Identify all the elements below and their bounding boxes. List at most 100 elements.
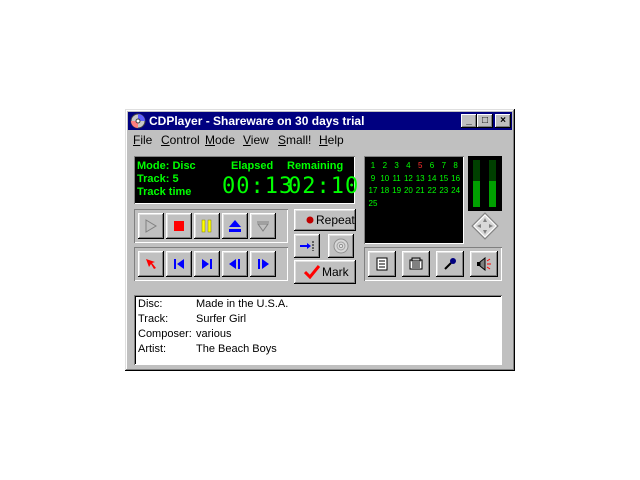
intro-button[interactable] xyxy=(294,234,320,258)
vu-meter xyxy=(468,156,502,211)
database-icon xyxy=(409,257,423,270)
track-number[interactable]: 4 xyxy=(402,161,414,170)
track-number[interactable]: 13 xyxy=(414,174,426,183)
menu-help[interactable]: Help xyxy=(319,133,344,147)
track-time-text: Track time xyxy=(137,186,192,198)
lcd-display: Mode: Disc Track: 5 Track time Elapsed R… xyxy=(134,156,358,204)
disc-row: Disc: Made in the U.S.A. xyxy=(138,298,288,310)
elapsed-time: 00:13 xyxy=(222,174,294,199)
microphone-icon xyxy=(444,258,456,270)
title-bar[interactable]: CDPlayer - Shareware on 30 days trial _ … xyxy=(128,112,512,130)
fast-forward-icon xyxy=(258,259,269,269)
mark-label: Mark xyxy=(322,265,349,279)
pause-button[interactable] xyxy=(194,213,220,239)
next-track-button[interactable] xyxy=(194,251,220,277)
eject-button[interactable] xyxy=(222,213,248,239)
track-row: Track: Surfer Girl xyxy=(138,313,246,325)
menu-view[interactable]: View xyxy=(243,133,269,147)
track-text: Track: 5 xyxy=(137,173,179,185)
track-number[interactable]: 9 xyxy=(367,174,379,183)
elapsed-label: Elapsed xyxy=(231,160,274,172)
track-number[interactable]: 24 xyxy=(450,186,462,195)
window-title: CDPlayer - Shareware on 30 days trial xyxy=(149,114,365,128)
track-number[interactable]: 15 xyxy=(438,174,450,183)
track-number[interactable]: 1 xyxy=(367,161,379,170)
track-number[interactable]: 11 xyxy=(391,174,403,183)
record-dot-icon xyxy=(306,216,314,224)
menu-mode[interactable]: Mode xyxy=(205,133,235,147)
speaker-button[interactable] xyxy=(470,251,498,277)
track-number[interactable]: 2 xyxy=(379,161,391,170)
track-number[interactable]: 21 xyxy=(414,186,426,195)
track-number[interactable]: 25 xyxy=(367,199,379,208)
composer-label: Composer: xyxy=(138,328,192,340)
vu-left-level xyxy=(473,181,480,207)
vu-right-level xyxy=(489,181,496,207)
artist-label: Artist: xyxy=(138,343,167,355)
pause-icon xyxy=(201,219,212,233)
menu-small[interactable]: Small! xyxy=(278,133,311,147)
track-number[interactable]: 10 xyxy=(379,174,391,183)
track-number[interactable]: 17 xyxy=(367,186,379,195)
fast-forward-button[interactable] xyxy=(250,251,276,277)
dropdown-icon xyxy=(257,221,269,232)
menu-file[interactable]: File xyxy=(133,133,152,147)
disc-value: Made in the U.S.A. xyxy=(196,298,289,310)
checkmark-icon xyxy=(304,265,320,279)
mode-text: Mode: Disc xyxy=(137,160,196,172)
track-number[interactable]: 7 xyxy=(438,161,450,170)
stop-button[interactable] xyxy=(166,213,192,239)
menu-control[interactable]: Control xyxy=(161,133,200,147)
dropdown-button[interactable] xyxy=(250,213,276,239)
repeat-label: Repeat xyxy=(316,213,355,227)
notes-icon xyxy=(376,257,388,271)
track-number[interactable]: 6 xyxy=(426,161,438,170)
track-label: Track: xyxy=(138,313,169,325)
track-number[interactable]: 19 xyxy=(391,186,403,195)
disc-button[interactable] xyxy=(328,234,354,258)
menu-bar: File Control Mode View Small! Help xyxy=(128,131,512,149)
disc-label: Disc: xyxy=(138,298,163,310)
speaker-icon xyxy=(477,257,491,271)
disc-info-panel: Disc: Made in the U.S.A. Track: Surfer Gir… xyxy=(134,295,502,365)
track-number[interactable]: 18 xyxy=(379,186,391,195)
database-button[interactable] xyxy=(402,251,430,277)
track-number[interactable]: 5 xyxy=(414,161,426,170)
goto-icon xyxy=(146,259,156,269)
track-number[interactable]: 16 xyxy=(450,174,462,183)
goto-button[interactable] xyxy=(138,251,164,277)
rewind-button[interactable] xyxy=(222,251,248,277)
pan-icon[interactable] xyxy=(471,212,499,240)
stop-icon xyxy=(174,221,184,231)
maximize-button[interactable]: □ xyxy=(477,114,493,128)
track-number[interactable]: 22 xyxy=(426,186,438,195)
track-number[interactable]: 23 xyxy=(438,186,450,195)
composer-row: Composer: various xyxy=(138,328,231,340)
rewind-icon xyxy=(229,259,240,269)
track-number[interactable]: 3 xyxy=(391,161,403,170)
previous-track-button[interactable] xyxy=(166,251,192,277)
artist-value: The Beach Boys xyxy=(196,343,277,355)
remaining-time: 02:10 xyxy=(288,174,360,199)
microphone-button[interactable] xyxy=(436,251,464,277)
notes-button[interactable] xyxy=(368,251,396,277)
next-track-icon xyxy=(202,259,212,269)
disc-icon xyxy=(333,238,349,254)
track-number[interactable]: 8 xyxy=(450,161,462,170)
mark-button[interactable]: Mark xyxy=(294,260,356,284)
minimize-button[interactable]: _ xyxy=(461,114,477,128)
cd-icon xyxy=(130,113,146,129)
prev-track-icon xyxy=(174,259,184,269)
play-button[interactable] xyxy=(138,213,164,239)
repeat-button[interactable]: Repeat xyxy=(294,209,356,231)
eject-icon xyxy=(229,220,241,232)
remaining-label: Remaining xyxy=(287,160,344,172)
track-number[interactable]: 20 xyxy=(402,186,414,195)
close-button[interactable]: × xyxy=(495,114,511,128)
track-value: Surfer Girl xyxy=(196,313,247,325)
track-grid: 1 2 3 4 5 6 7 8 9 10 11 12 13 14 15 16 17 18 19 20 21 22 23 24 2… xyxy=(364,156,464,244)
artist-row: Artist: The Beach Boys xyxy=(138,343,277,355)
track-number[interactable]: 12 xyxy=(402,174,414,183)
play-icon xyxy=(145,219,157,233)
track-number[interactable]: 14 xyxy=(426,174,438,183)
